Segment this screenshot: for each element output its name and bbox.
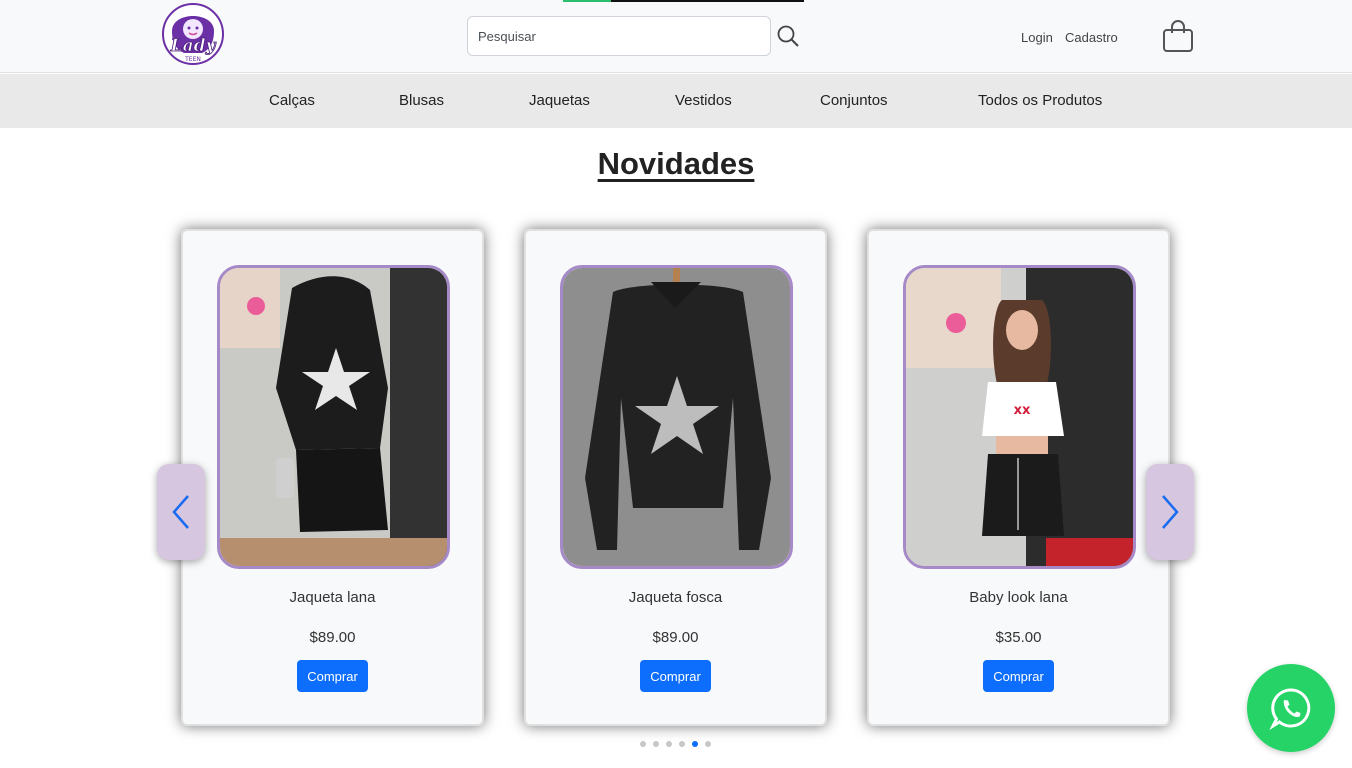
buy-button[interactable]: Comprar xyxy=(297,660,368,692)
carousel-pagination xyxy=(640,741,720,749)
search-icon[interactable] xyxy=(776,24,800,48)
carousel-dot[interactable] xyxy=(653,741,659,747)
brand-logo-icon: Lady TEEN xyxy=(162,3,224,65)
svg-text:TEEN: TEEN xyxy=(184,56,201,63)
product-image[interactable]: xx xyxy=(903,265,1136,569)
product-card: Jaqueta lana $89.00 Comprar xyxy=(181,229,484,726)
product-price: $89.00 xyxy=(652,629,699,646)
brand-logo[interactable]: Lady TEEN xyxy=(158,3,228,65)
carousel-prev-button[interactable] xyxy=(157,464,205,560)
search-input[interactable] xyxy=(468,17,770,55)
nav-item-calcas[interactable]: Calças xyxy=(269,92,315,109)
loading-progress-fill xyxy=(563,0,612,2)
whatsapp-icon xyxy=(1269,688,1311,730)
carousel-dot[interactable] xyxy=(705,741,711,747)
product-card: Jaqueta fosca $89.00 Comprar xyxy=(524,229,827,726)
svg-text:Lady: Lady xyxy=(170,36,217,56)
whatsapp-button[interactable] xyxy=(1247,664,1335,752)
carousel-dot[interactable] xyxy=(666,741,672,747)
product-name: Jaqueta lana xyxy=(289,589,376,606)
chevron-right-icon xyxy=(1162,495,1179,529)
shopping-bag-icon[interactable] xyxy=(1162,19,1194,53)
search-box xyxy=(467,16,771,56)
product-card: xx Baby look lana $35.00 Comprar xyxy=(867,229,1170,726)
nav-item-jaquetas[interactable]: Jaquetas xyxy=(529,92,590,109)
product-image[interactable] xyxy=(217,265,450,569)
site-header: Lady TEEN Login Cadastro xyxy=(0,0,1352,73)
product-price: $89.00 xyxy=(309,629,356,646)
chevron-left-icon xyxy=(172,495,189,529)
carousel-next-button[interactable] xyxy=(1146,464,1194,560)
product-name: Baby look lana xyxy=(969,589,1068,606)
nav-item-blusas[interactable]: Blusas xyxy=(399,92,444,109)
buy-button[interactable]: Comprar xyxy=(983,660,1054,692)
carousel-dot[interactable] xyxy=(679,741,685,747)
loading-progress-bar xyxy=(563,0,804,2)
nav-item-conjuntos[interactable]: Conjuntos xyxy=(820,92,888,109)
section-title: Novidades xyxy=(597,146,755,181)
nav-item-vestidos[interactable]: Vestidos xyxy=(675,92,732,109)
product-price: $35.00 xyxy=(995,629,1042,646)
category-nav: Calças Blusas Jaquetas Vestidos Conjunto… xyxy=(0,74,1352,128)
product-image[interactable] xyxy=(560,265,793,569)
product-name: Jaqueta fosca xyxy=(628,589,723,606)
carousel-dot[interactable] xyxy=(640,741,646,747)
svg-text:xx: xx xyxy=(1014,403,1031,418)
nav-item-todos-produtos[interactable]: Todos os Produtos xyxy=(978,92,1102,109)
signup-link[interactable]: Cadastro xyxy=(1065,30,1118,45)
buy-button[interactable]: Comprar xyxy=(640,660,711,692)
login-link[interactable]: Login xyxy=(1021,30,1053,45)
carousel-dot[interactable] xyxy=(692,741,698,747)
